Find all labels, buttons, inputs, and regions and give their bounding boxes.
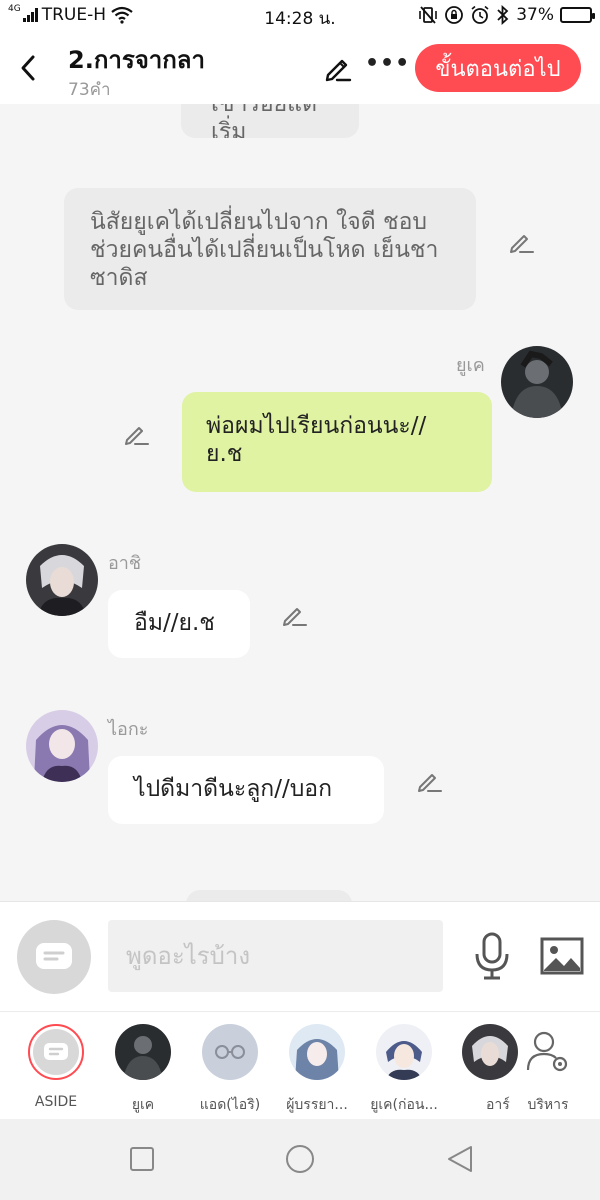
microphone-icon[interactable]	[472, 932, 512, 982]
character-narrator[interactable]: ผู้บรรยา...	[269, 1024, 365, 1116]
message-text: ไปดีมาดีนะลูก//บอก	[134, 776, 333, 802]
edit-message-icon[interactable]	[416, 767, 444, 795]
aside-toggle-button[interactable]	[17, 920, 91, 994]
recent-apps-icon[interactable]	[126, 1143, 158, 1175]
more-horizontal-icon: •••	[365, 51, 411, 76]
message-line: พ่อผมไปเรียนก่อนนะ//	[206, 413, 427, 439]
vibrate-off-icon	[419, 6, 438, 24]
character-label: ยูเค(ก่อน...	[370, 1097, 438, 1113]
character-yuke-before[interactable]: ยูเค(ก่อน...	[356, 1024, 452, 1116]
top-header: 2.การจากลา 73คำ ••• ขั้นตอนต่อไป	[0, 32, 600, 104]
rotation-lock-icon	[445, 6, 464, 24]
message-text: อืม//ย.ช	[134, 610, 215, 636]
narration-text: เขารอยแต่เริ่ม	[211, 104, 317, 138]
self-message-bubble[interactable]: พ่อผมไปเรียนก่อนนะ// ย.ช	[182, 392, 492, 492]
status-bar: 4G TRUE-H 14:28 น. 37%	[0, 0, 600, 32]
avatar	[289, 1024, 345, 1080]
chat-area[interactable]: เขารอยแต่เริ่ม นิสัยยูเคได้เปลี่ยนไปจาก …	[0, 104, 600, 901]
character-label: แอด(ไอริ)	[199, 1097, 261, 1113]
edit-message-icon[interactable]	[281, 601, 309, 629]
message-input[interactable]	[108, 920, 443, 992]
more-options-button[interactable]: •••	[365, 50, 409, 86]
system-nav-bar	[0, 1119, 600, 1200]
home-icon[interactable]	[284, 1143, 316, 1175]
next-step-button[interactable]: ขั้นตอนต่อไป	[415, 44, 581, 92]
edit-message-icon[interactable]	[508, 228, 536, 256]
narration-line: ช่วยคนอื่นได้เปลี่ยนเป็นโหด เย็นชา	[90, 237, 439, 263]
avatar[interactable]	[26, 710, 98, 782]
user-settings-icon	[526, 1031, 568, 1072]
battery-icon	[560, 7, 595, 23]
manage-characters-button[interactable]: บริหาร	[500, 1024, 596, 1116]
other-message-bubble[interactable]: อืม//ย.ช	[108, 590, 250, 658]
edit-title-button[interactable]	[320, 50, 356, 86]
back-triangle-icon[interactable]	[444, 1143, 476, 1175]
avatar	[202, 1024, 258, 1080]
pencil-icon	[325, 59, 352, 82]
alarm-icon	[471, 5, 489, 24]
narration-line: ซาดิส	[90, 265, 148, 291]
image-icon[interactable]	[540, 936, 584, 976]
sender-name: ยูเค	[456, 355, 485, 376]
narration-bubble[interactable]	[186, 890, 352, 901]
avatar[interactable]	[501, 346, 573, 418]
character-yuke[interactable]: ยูเค	[95, 1024, 191, 1116]
avatar	[115, 1024, 171, 1080]
bluetooth-icon	[497, 5, 509, 25]
status-right: 37%	[418, 5, 595, 25]
aside-avatar	[28, 1024, 84, 1080]
message-input-bar	[0, 901, 600, 1011]
character-label: ผู้บรรยา...	[286, 1097, 348, 1113]
other-message-bubble[interactable]: ไปดีมาดีนะลูก//บอก	[108, 756, 384, 824]
narration-line: นิสัยยูเคได้เปลี่ยนไปจาก ใจดี ชอบ	[90, 209, 427, 235]
sender-name: อาชิ	[108, 553, 142, 574]
back-button[interactable]	[12, 50, 44, 86]
character-admin[interactable]: แอด(ไอริ)	[182, 1024, 278, 1116]
chevron-left-icon	[21, 55, 35, 81]
sender-name: ไอกะ	[108, 719, 149, 740]
avatar	[376, 1024, 432, 1080]
character-bar: ASIDE ยูเค แอด(ไอริ) ผู้บรรยา... ยูเค(ก่…	[0, 1011, 600, 1119]
chat-bubble-icon	[36, 943, 72, 969]
word-count: 73คำ	[68, 80, 111, 100]
message-line: ย.ช	[206, 441, 243, 467]
story-title: 2.การจากลา	[68, 46, 205, 74]
chat-bubble-icon	[44, 1043, 68, 1060]
character-label: บริหาร	[527, 1097, 569, 1113]
character-aside[interactable]: ASIDE	[8, 1024, 104, 1110]
character-label: ASIDE	[34, 1094, 78, 1110]
avatar[interactable]	[26, 544, 98, 616]
edit-message-icon[interactable]	[123, 420, 151, 448]
narration-bubble[interactable]: เขารอยแต่เริ่ม	[181, 104, 359, 138]
character-label: ยูเค	[131, 1097, 155, 1113]
narration-bubble[interactable]: นิสัยยูเคได้เปลี่ยนไปจาก ใจดี ชอบ ช่วยคน…	[64, 188, 476, 310]
battery-percent: 37%	[516, 5, 554, 25]
